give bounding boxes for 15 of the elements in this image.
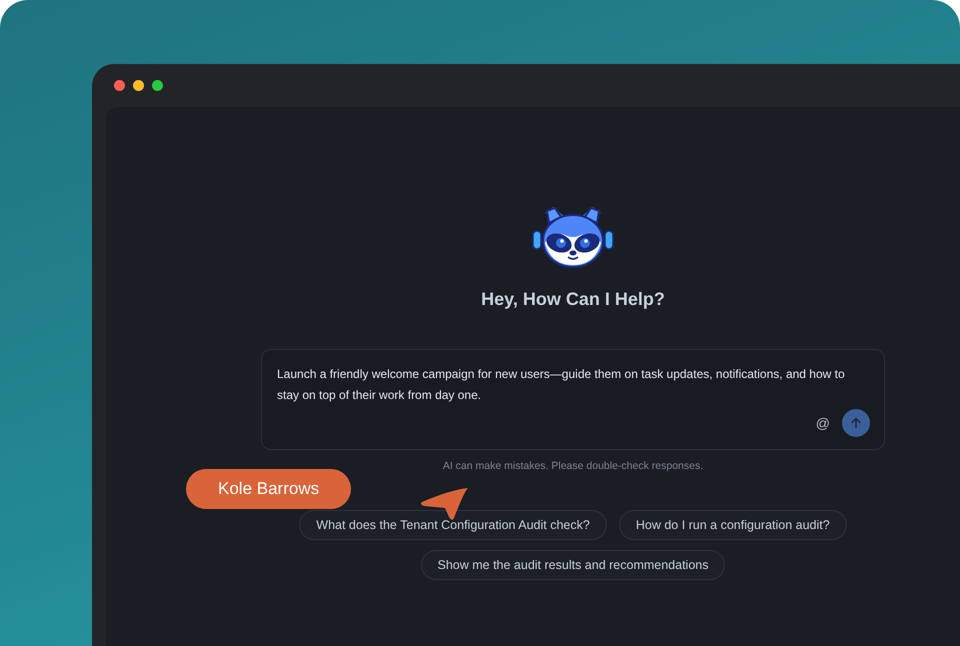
suggestion-chip[interactable]: How do I run a configuration audit? [618,510,847,540]
send-button[interactable] [842,409,870,437]
cursor-name-tag: Kole Barrows [186,469,352,509]
suggestion-chip[interactable]: What does the Tenant Configuration Audit check? [299,510,607,540]
suggestion-chip[interactable]: Show me the audit results and recommendations [420,550,726,580]
prompt-text: Launch a friendly welcome campaign for new users—guide them on task updates, notifications, and how to stay on top of their work from day one. [277,366,846,404]
disclaimer-text: AI can make mistakes. Please double-check responses. [442,460,704,472]
window-control-dot[interactable] [133,80,144,91]
window-control-dot[interactable] [114,80,125,91]
prompt-box[interactable]: Launch a friendly welcome campaign for new users—guide them on task updates, notifications, and how to stay on top of their work from day one. @ [261,349,885,450]
arrow-up-icon [849,416,863,430]
window-control-dot[interactable] [152,80,163,91]
greeting-heading: Hey, How Can I Help? [481,289,665,310]
mention-button[interactable]: @ [814,415,832,431]
cursor-arrow-icon [420,488,470,522]
